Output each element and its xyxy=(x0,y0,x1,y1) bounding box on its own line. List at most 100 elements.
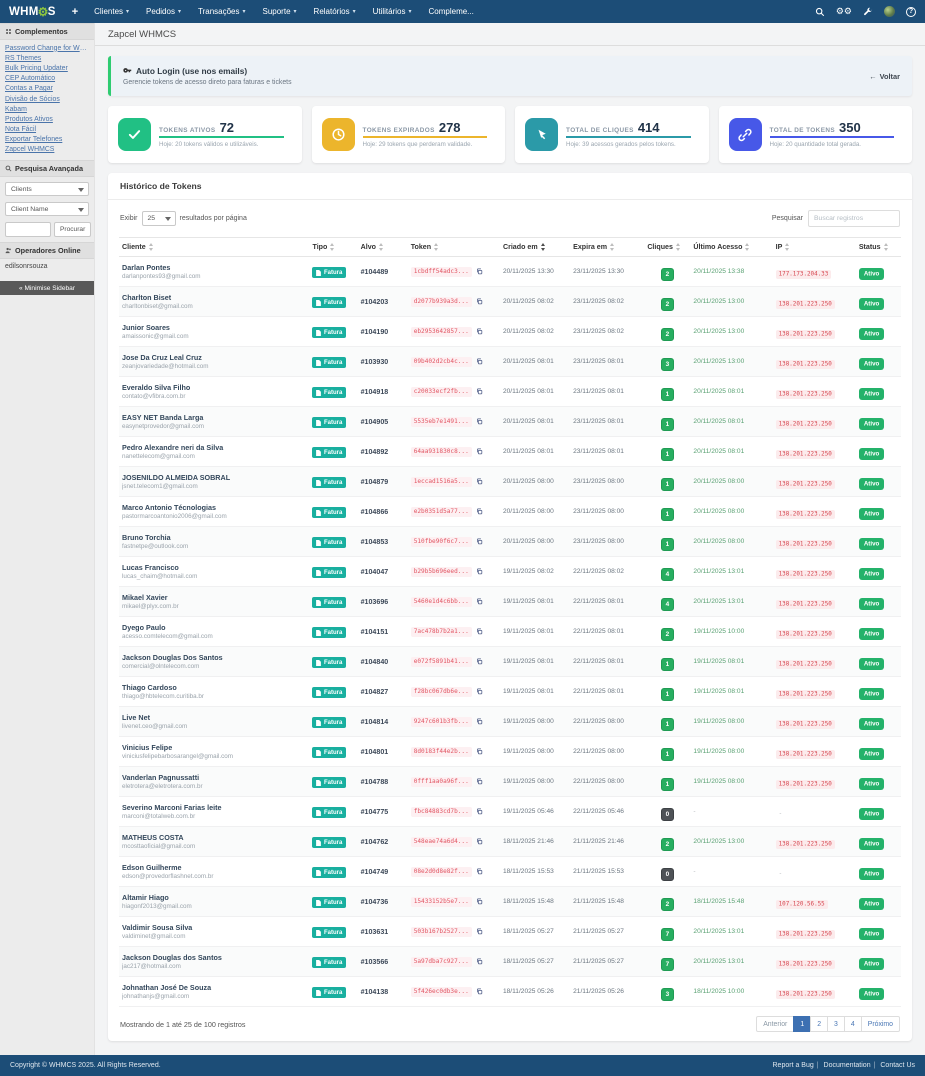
client-name-link[interactable]: Jose Da Cruz Leal Cruz xyxy=(122,353,306,362)
copy-icon[interactable] xyxy=(476,598,483,605)
copy-icon[interactable] xyxy=(476,328,483,335)
client-name-link[interactable]: Edson Guilherme xyxy=(122,863,306,872)
copy-icon[interactable] xyxy=(476,478,483,485)
help-icon[interactable]: ? xyxy=(906,7,916,17)
sidebar-addon-link[interactable]: Exportar Telefones xyxy=(0,135,94,145)
footer-link[interactable]: Report a Bug xyxy=(773,1062,814,1069)
copy-icon[interactable] xyxy=(476,958,483,965)
wrench-icon[interactable] xyxy=(863,7,873,17)
menu-item[interactable]: Relatórios▾ xyxy=(314,7,356,16)
client-name-link[interactable]: Everaldo Silva Filho xyxy=(122,383,306,392)
copy-icon[interactable] xyxy=(476,988,483,995)
client-name-link[interactable]: JOSENILDO ALMEIDA SOBRAL xyxy=(122,473,306,482)
client-name-link[interactable]: EASY NET Banda Larga xyxy=(122,413,306,422)
column-header[interactable]: Cliques xyxy=(644,238,690,257)
column-header[interactable]: Cliente xyxy=(119,238,309,257)
copy-icon[interactable] xyxy=(476,868,483,875)
client-name-link[interactable]: Bruno Torchia xyxy=(122,533,306,542)
client-name-link[interactable]: Vinicius Felipe xyxy=(122,743,306,752)
user-avatar[interactable] xyxy=(884,6,895,17)
copy-icon[interactable] xyxy=(476,628,483,635)
copy-icon[interactable] xyxy=(476,448,483,455)
copy-icon[interactable] xyxy=(476,898,483,905)
copy-icon[interactable] xyxy=(476,538,483,545)
client-name-link[interactable]: Thiago Cardoso xyxy=(122,683,306,692)
column-header[interactable]: Expira em xyxy=(570,238,644,257)
column-header[interactable]: Status xyxy=(856,238,901,257)
client-name-link[interactable]: Jackson Douglas Dos Santos xyxy=(122,653,306,662)
copy-icon[interactable] xyxy=(476,568,483,575)
sidebar-addon-link[interactable]: Bulk Pricing Updater xyxy=(0,63,94,73)
sidebar-addon-link[interactable]: Nota Fácil xyxy=(0,125,94,135)
copy-icon[interactable] xyxy=(476,778,483,785)
client-name-link[interactable]: Marco Antonio Técnologias xyxy=(122,503,306,512)
back-button[interactable]: ← Voltar xyxy=(869,72,900,81)
copy-icon[interactable] xyxy=(476,418,483,425)
advanced-search-header[interactable]: Pesquisa Avançada xyxy=(0,160,94,177)
column-header[interactable]: Token xyxy=(408,238,500,257)
copy-icon[interactable] xyxy=(476,388,483,395)
client-name-link[interactable]: Pedro Alexandre neri da Silva xyxy=(122,443,306,452)
sidebar-addon-link[interactable]: Zapcel WHMCS xyxy=(0,145,94,155)
sidebar-search-input[interactable] xyxy=(5,222,51,237)
pagination-page[interactable]: 2 xyxy=(810,1016,828,1032)
menu-item[interactable]: Suporte▾ xyxy=(263,7,297,16)
footer-link[interactable]: Contact Us xyxy=(871,1062,915,1069)
column-header[interactable]: Último Acesso xyxy=(690,238,772,257)
menu-item[interactable]: Clientes▾ xyxy=(94,7,129,16)
minimise-sidebar-button[interactable]: « Minimise Sidebar xyxy=(0,281,94,295)
menu-item[interactable]: Transações▾ xyxy=(198,7,246,16)
column-header[interactable]: Criado em xyxy=(500,238,570,257)
client-name-link[interactable]: MATHEUS COSTA xyxy=(122,833,306,842)
pagination-page[interactable]: 1 xyxy=(793,1016,811,1032)
copy-icon[interactable] xyxy=(476,748,483,755)
sidebar-addon-link[interactable]: Password Change for WHMCS xyxy=(0,43,94,53)
whmcs-logo[interactable]: WHM⚙S xyxy=(9,6,56,18)
client-name-link[interactable]: Lucas Francisco xyxy=(122,563,306,572)
copy-icon[interactable] xyxy=(476,658,483,665)
client-name-link[interactable]: Charlton Biset xyxy=(122,293,306,302)
pagination-page[interactable]: 4 xyxy=(844,1016,862,1032)
search-submit-button[interactable]: Procurar xyxy=(54,222,91,237)
table-search-input[interactable] xyxy=(808,210,900,227)
client-name-link[interactable]: Altamir Hiago xyxy=(122,893,306,902)
client-name-link[interactable]: Dyego Paulo xyxy=(122,623,306,632)
sidebar-addon-link[interactable]: CEP Automático xyxy=(0,74,94,84)
client-name-link[interactable]: Junior Soares xyxy=(122,323,306,332)
column-header[interactable]: Alvo xyxy=(358,238,408,257)
pagination-prev[interactable]: Anterior xyxy=(756,1016,794,1032)
menu-item[interactable]: Pedidos▾ xyxy=(146,7,181,16)
copy-icon[interactable] xyxy=(476,808,483,815)
copy-icon[interactable] xyxy=(476,358,483,365)
client-name-link[interactable]: Severino Marconi Farias leite xyxy=(122,803,306,812)
sidebar-addon-link[interactable]: Divisão de Sócios xyxy=(0,94,94,104)
client-name-link[interactable]: Vanderlan Pagnussatti xyxy=(122,773,306,782)
pagination-next[interactable]: Próximo xyxy=(861,1016,900,1032)
sidebar-addon-link[interactable]: Produtos Ativos xyxy=(0,114,94,124)
sidebar-addon-link[interactable]: Kabam xyxy=(0,104,94,114)
page-length-select[interactable]: 25 xyxy=(142,211,176,226)
client-name-link[interactable]: Jackson Douglas dos Santos xyxy=(122,953,306,962)
copy-icon[interactable] xyxy=(476,268,483,275)
add-icon[interactable]: + xyxy=(72,6,78,18)
gears-icon[interactable]: ⚙⚙ xyxy=(836,6,852,17)
column-header[interactable]: IP xyxy=(773,238,856,257)
sidebar-addon-link[interactable]: RS Themes xyxy=(0,53,94,63)
operators-section-header[interactable]: Operadores Online xyxy=(0,242,94,259)
copy-icon[interactable] xyxy=(476,838,483,845)
client-name-link[interactable]: Live Net xyxy=(122,713,306,722)
pagination-page[interactable]: 3 xyxy=(827,1016,845,1032)
client-name-link[interactable]: Valdimir Sousa Silva xyxy=(122,923,306,932)
search-icon[interactable] xyxy=(815,7,825,17)
copy-icon[interactable] xyxy=(476,298,483,305)
menu-item[interactable]: Compleme... xyxy=(429,7,477,16)
search-type-select[interactable]: Clients xyxy=(5,182,89,196)
footer-link[interactable]: Documentation xyxy=(814,1062,871,1069)
client-name-link[interactable]: Darlan Pontes xyxy=(122,263,306,272)
search-field-select[interactable]: Client Name xyxy=(5,202,89,216)
addons-section-header[interactable]: Complementos xyxy=(0,23,94,40)
copy-icon[interactable] xyxy=(476,928,483,935)
copy-icon[interactable] xyxy=(476,718,483,725)
client-name-link[interactable]: Mikael Xavier xyxy=(122,593,306,602)
column-header[interactable]: Tipo xyxy=(309,238,357,257)
